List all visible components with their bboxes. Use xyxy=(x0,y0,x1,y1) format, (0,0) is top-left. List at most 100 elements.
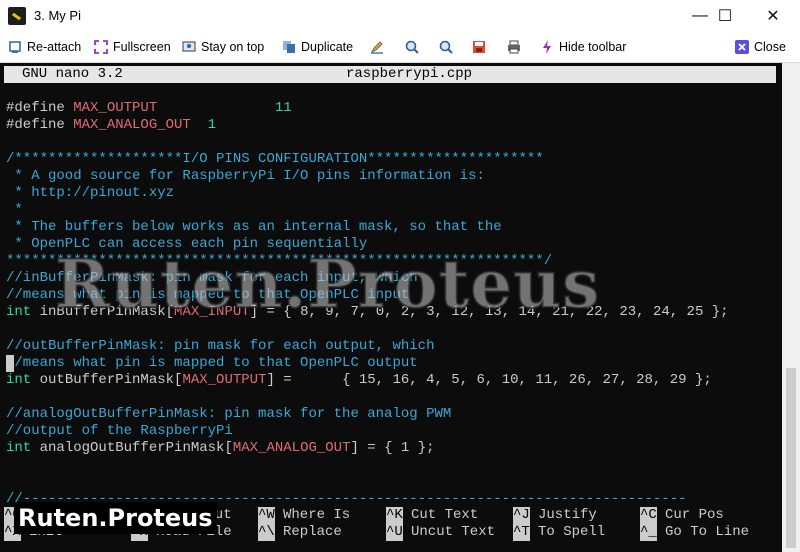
window-close-button[interactable]: ✕ xyxy=(750,0,796,32)
code-token: //analogOutBufferPinMask: pin mask for t… xyxy=(6,406,452,422)
code-token: ****************************************… xyxy=(6,253,553,269)
code-line: //means what pin is mapped to that OpenP… xyxy=(6,287,409,304)
code-token: //outBufferPinMask: pin mask for each ou… xyxy=(6,338,435,354)
reattach-label: Re-attach xyxy=(27,40,82,54)
app-icon xyxy=(8,7,26,25)
terminal-area[interactable]: GNU nano 3.2 raspberrypi.cpp #define MAX… xyxy=(0,63,782,552)
code-token: MAX_ANALOG_OUT xyxy=(232,440,351,456)
maximize-button[interactable]: ☐ xyxy=(702,0,748,32)
scrollbar-thumb[interactable] xyxy=(786,368,796,548)
code-token: ] = { 8, 9, 7, 0, 2, 3, 12, 13, 14, 21, … xyxy=(249,304,729,320)
code-token: MAX_ANALOG_OUT xyxy=(73,117,191,133)
shortcut-label: Go To Line xyxy=(665,524,750,540)
save-button[interactable] xyxy=(472,38,491,56)
shortcut-label: Uncut Text xyxy=(411,524,496,540)
code-token: ] = { 1 }; xyxy=(350,440,435,456)
shortcut-label: Where Is xyxy=(283,507,351,523)
save-icon xyxy=(472,40,486,54)
code-line: /********************I/O PINS CONFIGURAT… xyxy=(6,151,544,168)
vertical-scrollbar[interactable] xyxy=(782,63,800,552)
code-token: MAX_INPUT xyxy=(174,304,250,320)
code-token: //means what pin is mapped to that OpenP… xyxy=(6,287,410,303)
shortcut-label: Cur Pos xyxy=(665,507,724,523)
hide-toolbar-icon xyxy=(540,40,554,54)
code-token: int xyxy=(6,440,32,456)
code-line: * A good source for RaspberryPi I/O pins… xyxy=(6,168,485,185)
close-session-button[interactable]: Close xyxy=(735,38,786,56)
code-token: * The buffers below works as an internal… xyxy=(6,219,502,235)
code-token: //means what pin is mapped to that OpenP… xyxy=(6,355,418,371)
code-token: #define xyxy=(6,100,74,116)
code-token: * xyxy=(6,202,23,218)
fullscreen-label: Fullscreen xyxy=(113,40,171,54)
code-token: 1 xyxy=(207,117,217,133)
hide-toolbar-button[interactable]: Hide toolbar xyxy=(540,38,626,56)
code-token: #define xyxy=(6,117,74,133)
shortcut-key: ^K xyxy=(386,507,403,524)
code-line: //inBufferPinMask: pin mask for each inp… xyxy=(6,270,418,287)
stay-on-top-icon xyxy=(182,40,196,54)
code-line: * xyxy=(6,202,23,219)
code-token: * OpenPLC can access each pin sequential… xyxy=(6,236,368,252)
stay-on-top-label: Stay on top xyxy=(201,40,265,54)
window-title: 3. My Pi xyxy=(34,8,81,23)
nano-filename: raspberrypi.cpp xyxy=(346,66,473,82)
fullscreen-button[interactable]: Fullscreen xyxy=(94,38,171,56)
shortcut-key: ^_ xyxy=(640,524,657,541)
code-line: int inBufferPinMask[MAX_INPUT] = { 8, 9,… xyxy=(6,304,729,321)
duplicate-button[interactable]: Duplicate xyxy=(282,38,353,56)
shortcut-key: ^U xyxy=(386,524,403,541)
shortcut-key: ^J xyxy=(513,507,530,524)
code-token: int xyxy=(6,372,32,388)
code-token: MAX_OUTPUT xyxy=(73,100,158,116)
stay-on-top-button[interactable]: Stay on top xyxy=(182,38,264,56)
toolbar: Re-attach Fullscreen Stay on top Duplica… xyxy=(0,32,800,63)
code-token: //inBufferPinMask: pin mask for each inp… xyxy=(6,270,418,286)
text-cursor xyxy=(6,355,14,372)
close-icon xyxy=(735,40,749,54)
zoom-out-button[interactable] xyxy=(439,38,458,56)
code-line: int outBufferPinMask[MAX_OUTPUT] = { 15,… xyxy=(6,372,712,389)
code-token: /********************I/O PINS CONFIGURAT… xyxy=(6,151,544,167)
code-line: //output of the RaspberryPi xyxy=(6,423,233,440)
code-token: * http://pinout.xyz xyxy=(6,185,175,201)
code-token: inBufferPinMask[ xyxy=(31,304,175,320)
shortcut-label: Cut Text xyxy=(411,507,479,523)
code-line: * The buffers below works as an internal… xyxy=(6,219,502,236)
print-button[interactable] xyxy=(507,38,526,56)
hide-toolbar-label: Hide toolbar xyxy=(559,40,627,54)
fullscreen-icon xyxy=(94,40,108,54)
zoom-in-button[interactable] xyxy=(405,38,424,56)
print-icon xyxy=(507,40,521,54)
shortcut-key: ^\ xyxy=(258,524,275,541)
zoom-in-icon xyxy=(405,40,419,54)
code-token: 11 xyxy=(274,100,292,116)
reattach-button[interactable]: Re-attach xyxy=(8,38,81,56)
duplicate-label: Duplicate xyxy=(301,40,354,54)
shortcut-key: ^W xyxy=(258,507,275,524)
close-label: Close xyxy=(754,40,786,54)
edit-button[interactable] xyxy=(370,38,389,56)
code-line: //outBufferPinMask: pin mask for each ou… xyxy=(6,338,434,355)
code-token: int xyxy=(6,304,32,320)
code-token: outBufferPinMask[ xyxy=(31,372,183,388)
code-token: MAX_OUTPUT xyxy=(182,372,267,388)
shortcut-key: ^T xyxy=(513,524,530,541)
code-line: //analogOutBufferPinMask: pin mask for t… xyxy=(6,406,451,423)
code-token: //output of the RaspberryPi xyxy=(6,423,233,439)
duplicate-icon xyxy=(282,40,296,54)
zoom-out-icon xyxy=(439,40,453,54)
code-line: * OpenPLC can access each pin sequential… xyxy=(6,236,367,253)
watermark-badge: Ruten.Proteus xyxy=(14,502,217,534)
code-line: #define MAX_ANALOG_OUT 1 xyxy=(6,117,216,134)
code-line: int analogOutBufferPinMask[MAX_ANALOG_OU… xyxy=(6,440,435,457)
code-line: #define MAX_OUTPUT 11 xyxy=(6,100,292,117)
code-line: * http://pinout.xyz xyxy=(6,185,174,202)
code-token: analogOutBufferPinMask[ xyxy=(31,440,233,456)
edit-icon xyxy=(370,40,384,54)
shortcut-label: To Spell xyxy=(538,524,606,540)
shortcut-label: Justify xyxy=(538,507,597,523)
code-token: * A good source for RaspberryPi I/O pins… xyxy=(6,168,485,184)
